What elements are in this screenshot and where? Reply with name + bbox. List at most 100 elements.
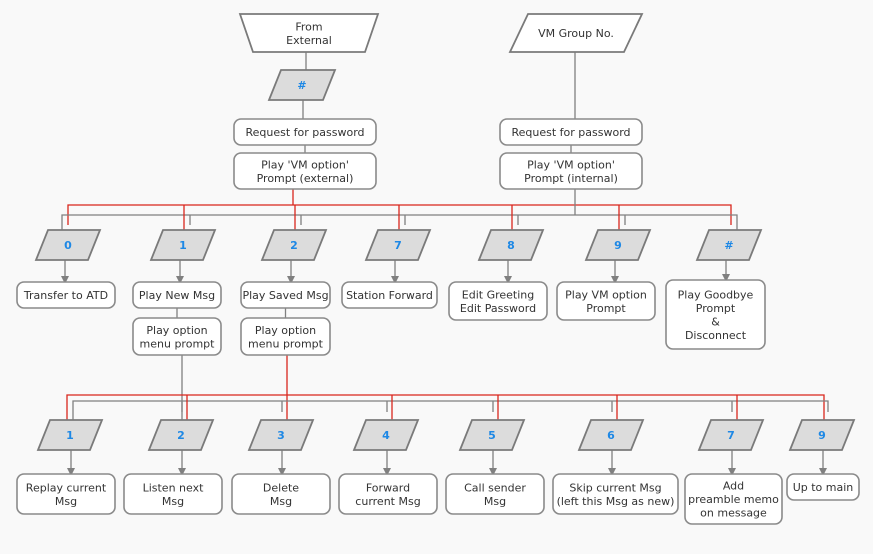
node-label: Replay current	[26, 481, 107, 494]
node-label: Request for password	[511, 126, 630, 139]
key-label: 8	[507, 239, 515, 252]
key-label: 0	[64, 239, 72, 252]
node-label: Msg	[484, 495, 506, 508]
msg-action-0[interactable]: Replay currentMsg	[16, 473, 116, 515]
internal-path-line	[72, 400, 829, 420]
msg-action-7[interactable]: Up to main	[786, 473, 860, 501]
node-label: Delete	[263, 481, 299, 494]
node-label: Play option	[255, 324, 316, 337]
msg-action-5[interactable]: Skip current Msg(left this Msg as new)	[552, 473, 679, 515]
node-label: Skip current Msg	[569, 481, 661, 494]
msg-key-7[interactable]: 9	[788, 419, 856, 451]
node-label: current Msg	[355, 495, 420, 508]
main-key-4[interactable]: 8	[477, 229, 545, 261]
main-key-6[interactable]: #	[695, 229, 763, 261]
main-key-1[interactable]: 1	[149, 229, 217, 261]
key-label: 2	[290, 239, 298, 252]
msg-action-6[interactable]: Addpreamble memoon message	[684, 473, 783, 525]
node-label: (left this Msg as new)	[557, 495, 675, 508]
node-label: Play New Msg	[139, 289, 215, 302]
key-label: 6	[607, 429, 615, 442]
main-key-3[interactable]: 7	[364, 229, 432, 261]
key-label: 9	[818, 429, 826, 442]
connectors	[61, 52, 829, 476]
msg-action-1[interactable]: Listen nextMsg	[123, 473, 223, 515]
main-action-6[interactable]: Play GoodbyePrompt&Disconnect	[665, 279, 766, 350]
node-label: From	[295, 20, 322, 33]
msg-key-4[interactable]: 5	[458, 419, 526, 451]
node-label: Play option	[146, 324, 207, 337]
key-label: 1	[66, 429, 74, 442]
main-action-3[interactable]: Station Forward	[341, 281, 438, 309]
internal-request-password[interactable]: Request for password	[499, 118, 643, 146]
node-label: Play Saved Msg	[242, 289, 328, 302]
msg-key-6[interactable]: 7	[697, 419, 765, 451]
node-label: Disconnect	[685, 329, 747, 342]
node-label: Prompt (external)	[257, 172, 354, 185]
node-label: Add	[723, 480, 744, 493]
node-label: Request for password	[245, 126, 364, 139]
external-path-line	[66, 394, 825, 420]
external-vm-option-prompt[interactable]: Play 'VM option'Prompt (external)	[233, 152, 377, 190]
from-external-start: FromExternal	[238, 13, 380, 53]
main-action-1[interactable]: Play New Msg	[132, 281, 222, 309]
node-label: Play 'VM option'	[527, 158, 615, 171]
node-label: Msg	[55, 495, 77, 508]
key-label: #	[724, 239, 733, 252]
node-label: Prompt	[696, 302, 736, 315]
msg-key-3[interactable]: 4	[352, 419, 420, 451]
node-label: Play Goodbye	[678, 288, 754, 301]
main-key-5[interactable]: 9	[584, 229, 652, 261]
node-label: preamble memo	[688, 493, 779, 506]
main-key-0[interactable]: 0	[34, 229, 102, 261]
node-label: VM Group No.	[538, 27, 614, 40]
node-label: Listen next	[143, 481, 205, 494]
msg-action-4[interactable]: Call senderMsg	[445, 473, 545, 515]
external-hash-key[interactable]: #	[267, 69, 337, 101]
node-label: Play VM option	[565, 288, 647, 301]
node-label: Edit Greeting	[462, 288, 534, 301]
msg-key-2[interactable]: 3	[247, 419, 315, 451]
main-action-4[interactable]: Edit GreetingEdit Password	[448, 281, 548, 321]
node-label: Station Forward	[346, 289, 433, 302]
msg-action-3[interactable]: Forwardcurrent Msg	[338, 473, 438, 515]
main-action-0[interactable]: Transfer to ATD	[16, 281, 116, 309]
key-label: 1	[179, 239, 187, 252]
external-request-password[interactable]: Request for password	[233, 118, 377, 146]
node-label: on message	[700, 507, 767, 520]
msg-key-1[interactable]: 2	[147, 419, 215, 451]
key-label: 9	[614, 239, 622, 252]
node-label: Play 'VM option'	[261, 158, 349, 171]
main-action-5[interactable]: Play VM optionPrompt	[556, 281, 656, 321]
key-label: 2	[177, 429, 185, 442]
vm-group-start: VM Group No.	[508, 13, 644, 53]
main-submenu-prompt-2[interactable]: Play optionmenu prompt	[240, 317, 331, 356]
node-label: Msg	[270, 495, 292, 508]
main-action-2[interactable]: Play Saved Msg	[240, 281, 331, 309]
node-label: &	[711, 315, 720, 328]
key-label: 5	[488, 429, 496, 442]
voicemail-flowchart: FromExternal VM Group No. # Request for pas…	[16, 13, 860, 525]
key-label: 4	[382, 429, 390, 442]
node-label: Forward	[366, 481, 410, 494]
node-label: menu prompt	[140, 337, 216, 350]
msg-action-2[interactable]: DeleteMsg	[231, 473, 331, 515]
node-label: menu prompt	[248, 337, 324, 350]
key-label: #	[297, 79, 306, 92]
key-label: 7	[727, 429, 735, 442]
main-key-2[interactable]: 2	[260, 229, 328, 261]
node-label: Prompt (internal)	[524, 172, 618, 185]
key-label: 7	[394, 239, 402, 252]
key-label: 3	[277, 429, 285, 442]
node-label: Up to main	[793, 481, 854, 494]
node-label: Prompt	[586, 302, 626, 315]
node-label: Call sender	[464, 481, 526, 494]
nodes: FromExternal VM Group No. # Request for pas…	[16, 13, 860, 525]
main-submenu-prompt-1[interactable]: Play optionmenu prompt	[132, 317, 222, 356]
node-label: Transfer to ATD	[23, 289, 108, 302]
internal-vm-option-prompt[interactable]: Play 'VM option'Prompt (internal)	[499, 152, 643, 190]
msg-key-5[interactable]: 6	[577, 419, 645, 451]
msg-key-0[interactable]: 1	[36, 419, 104, 451]
node-label: Msg	[162, 495, 184, 508]
node-label: Edit Password	[460, 302, 536, 315]
